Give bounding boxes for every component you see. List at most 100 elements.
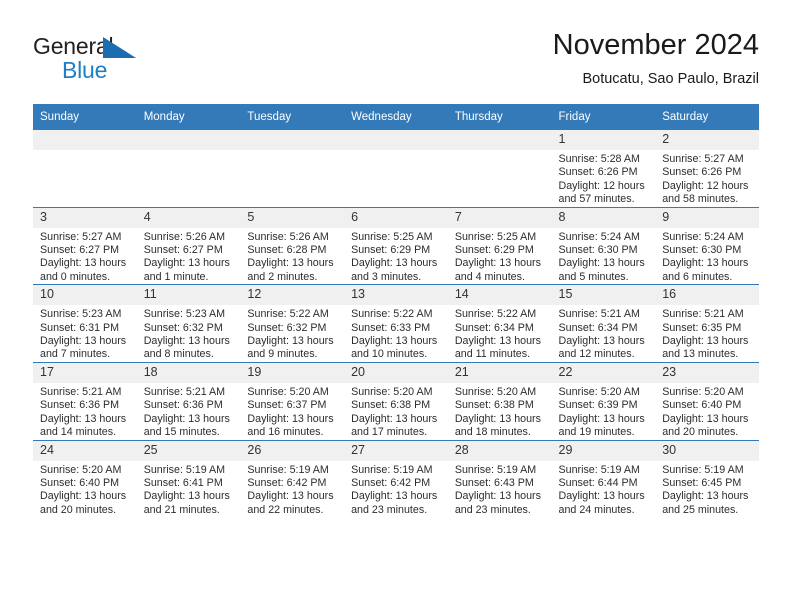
sunset-text: Sunset: 6:41 PM [143,476,223,489]
daylight-text: Daylight: 13 hours and 23 minutes. [351,490,438,516]
calendar-week-row: 1 Sunrise: 5:28 AM Sunset: 6:26 PM Daylight… [33,129,759,208]
calendar-week-row: 24 Sunrise: 5:20 AM Sunset: 6:40 PM Dayligh… [33,439,759,518]
weekday-header-tuesday: Tuesday [240,104,345,130]
sunset-text: Sunset: 6:40 PM [40,476,120,489]
sunset-text: Sunset: 6:29 PM [351,244,431,257]
sunrise-text: Sunrise: 5:26 AM [143,230,226,243]
day-number: 22 [551,362,656,383]
calendar-day-cell[interactable]: 2 Sunrise: 5:27 AM Sunset: 6:26 PM Daylight… [655,129,759,208]
calendar-day-cell[interactable]: 28 Sunrise: 5:19 AM Sunset: 6:43 PM Dayligh… [447,439,552,518]
calendar-day-cell[interactable]: 12 Sunrise: 5:22 AM Sunset: 6:32 PM Dayligh… [240,284,345,363]
day-sun-info: Sunrise: 5:23 AM Sunset: 6:31 PM Daylight:… [33,305,137,362]
day-number: 13 [344,285,448,306]
sunrise-text: Sunrise: 5:20 AM [558,385,640,398]
calendar-day-cell[interactable]: 10 Sunrise: 5:23 AM Sunset: 6:31 PM Dayligh… [33,284,137,363]
day-number: 7 [447,207,552,228]
calendar-cell-empty [136,129,241,208]
calendar-day-cell[interactable]: 5 Sunrise: 5:26 AM Sunset: 6:28 PM Daylight… [240,206,345,285]
calendar-cell-empty [447,129,552,208]
daylight-text: Daylight: 13 hours and 14 minutes. [40,412,127,439]
day-sun-info: Sunrise: 5:20 AM Sunset: 6:37 PM Daylight:… [240,383,344,440]
day-sun-info: Sunrise: 5:20 AM Sunset: 6:40 PM Daylight:… [33,461,137,518]
day-number: 6 [344,207,448,228]
sunset-text: Sunset: 6:31 PM [40,321,120,334]
day-sun-info: Sunrise: 5:19 AM Sunset: 6:43 PM Daylight:… [448,461,552,518]
calendar-day-cell[interactable]: 9 Sunrise: 5:24 AM Sunset: 6:30 PM Daylight… [655,206,759,285]
daylight-text: Daylight: 13 hours and 6 minutes. [662,257,749,283]
sunset-text: Sunset: 6:28 PM [247,244,327,257]
calendar-day-cell[interactable]: 19 Sunrise: 5:20 AM Sunset: 6:37 PM Dayligh… [240,361,345,440]
calendar-day-cell[interactable]: 13 Sunrise: 5:22 AM Sunset: 6:33 PM Dayligh… [344,284,448,363]
sunset-text: Sunset: 6:30 PM [662,244,742,257]
calendar-day-cell[interactable]: 3 Sunrise: 5:27 AM Sunset: 6:27 PM Daylight… [33,206,137,285]
day-number: 25 [136,440,241,461]
daylight-text: Daylight: 13 hours and 23 minutes. [454,490,541,516]
sunset-text: Sunset: 6:32 PM [143,321,223,334]
calendar-day-cell[interactable]: 18 Sunrise: 5:21 AM Sunset: 6:36 PM Dayligh… [136,361,241,440]
weekday-header-monday: Monday [136,104,241,130]
calendar-day-cell[interactable]: 30 Sunrise: 5:19 AM Sunset: 6:45 PM Dayligh… [655,439,759,518]
sunrise-text: Sunrise: 5:22 AM [247,308,329,321]
sunset-text: Sunset: 6:36 PM [143,399,223,412]
calendar-day-cell[interactable]: 16 Sunrise: 5:21 AM Sunset: 6:35 PM Dayligh… [655,284,759,363]
calendar-day-cell[interactable]: 6 Sunrise: 5:25 AM Sunset: 6:29 PM Daylight… [344,206,448,285]
triangle-flag-icon [103,37,136,58]
calendar-day-cell[interactable]: 7 Sunrise: 5:25 AM Sunset: 6:29 PM Daylight… [447,206,552,285]
calendar-day-cell[interactable]: 21 Sunrise: 5:20 AM Sunset: 6:38 PM Dayligh… [447,361,552,440]
page-subtitle: Botucatu, Sao Paulo, Brazil [582,71,759,87]
sunrise-text: Sunrise: 5:21 AM [558,308,640,321]
calendar-day-cell[interactable]: 8 Sunrise: 5:24 AM Sunset: 6:30 PM Daylight… [551,206,656,285]
calendar-day-cell[interactable]: 20 Sunrise: 5:20 AM Sunset: 6:38 PM Dayligh… [344,361,448,440]
sunrise-text: Sunrise: 5:20 AM [454,385,537,398]
day-sun-info: Sunrise: 5:27 AM Sunset: 6:26 PM Daylight:… [655,150,759,207]
daylight-text: Daylight: 13 hours and 22 minutes. [247,490,334,516]
day-number: 1 [551,130,656,150]
day-number: 17 [33,362,137,383]
calendar-day-cell[interactable]: 4 Sunrise: 5:26 AM Sunset: 6:27 PM Daylight… [136,206,241,285]
sunset-text: Sunset: 6:34 PM [558,321,638,334]
day-sun-info: Sunrise: 5:26 AM Sunset: 6:28 PM Daylight:… [240,228,344,285]
sunrise-text: Sunrise: 5:28 AM [558,153,640,165]
sunrise-text: Sunrise: 5:25 AM [454,230,537,243]
day-sun-info: Sunrise: 5:21 AM Sunset: 6:34 PM Daylight:… [552,305,656,362]
sunrise-text: Sunrise: 5:24 AM [558,230,640,243]
sunset-text: Sunset: 6:38 PM [454,399,534,412]
weekday-header-wednesday: Wednesday [344,104,448,130]
sunset-text: Sunset: 6:36 PM [40,399,120,412]
calendar-day-cell[interactable]: 11 Sunrise: 5:23 AM Sunset: 6:32 PM Dayligh… [136,284,241,363]
calendar-week-row: 17 Sunrise: 5:21 AM Sunset: 6:36 PM Dayligh… [33,361,759,440]
day-sun-info: Sunrise: 5:21 AM Sunset: 6:35 PM Daylight:… [655,305,759,362]
daylight-text: Daylight: 13 hours and 13 minutes. [662,335,749,361]
sunrise-text: Sunrise: 5:22 AM [351,308,433,321]
sunrise-text: Sunrise: 5:19 AM [558,463,640,476]
day-number: 18 [136,362,241,383]
calendar-day-cell[interactable]: 14 Sunrise: 5:22 AM Sunset: 6:34 PM Dayligh… [447,284,552,363]
calendar-day-cell[interactable]: 23 Sunrise: 5:20 AM Sunset: 6:40 PM Dayligh… [655,361,759,440]
calendar-day-cell[interactable]: 26 Sunrise: 5:19 AM Sunset: 6:42 PM Dayligh… [240,439,345,518]
brand-logo[interactable]: General Blue [33,34,233,90]
daylight-text: Daylight: 12 hours and 57 minutes. [558,179,645,206]
sunrise-text: Sunrise: 5:19 AM [351,463,433,476]
day-number: 24 [33,440,137,461]
day-number: 16 [655,285,759,306]
calendar-day-cell[interactable]: 17 Sunrise: 5:21 AM Sunset: 6:36 PM Dayligh… [33,361,137,440]
day-number: 5 [240,207,345,228]
day-number: 14 [447,285,552,306]
weekday-header-thursday: Thursday [447,104,552,130]
sunrise-text: Sunrise: 5:23 AM [40,308,122,321]
sunrise-text: Sunrise: 5:19 AM [454,463,537,476]
calendar-day-cell[interactable]: 15 Sunrise: 5:21 AM Sunset: 6:34 PM Dayligh… [551,284,656,363]
calendar-day-cell[interactable]: 22 Sunrise: 5:20 AM Sunset: 6:39 PM Dayligh… [551,361,656,440]
calendar-day-cell[interactable]: 25 Sunrise: 5:19 AM Sunset: 6:41 PM Dayligh… [136,439,241,518]
page-title: November 2024 [552,29,759,61]
daylight-text: Daylight: 13 hours and 0 minutes. [40,257,127,283]
calendar-page: General Blue November 2024 Botucatu, Sao… [0,0,792,612]
calendar-day-cell[interactable]: 27 Sunrise: 5:19 AM Sunset: 6:42 PM Dayligh… [344,439,448,518]
calendar-day-cell[interactable]: 1 Sunrise: 5:28 AM Sunset: 6:26 PM Daylight… [551,129,656,208]
calendar-day-cell[interactable]: 24 Sunrise: 5:20 AM Sunset: 6:40 PM Dayligh… [33,439,137,518]
calendar-day-cell[interactable]: 29 Sunrise: 5:19 AM Sunset: 6:44 PM Dayligh… [551,439,656,518]
sunset-text: Sunset: 6:29 PM [454,244,534,257]
sunrise-text: Sunrise: 5:20 AM [351,385,433,398]
day-number: 28 [447,440,552,461]
day-number [447,130,552,150]
